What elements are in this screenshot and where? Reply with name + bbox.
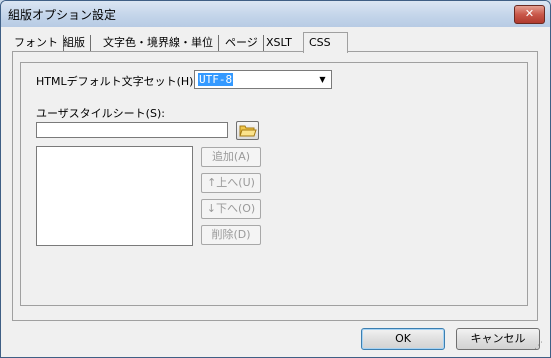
move-up-button[interactable]: ↑上へ(U) — [201, 173, 261, 193]
add-button[interactable]: 追加(A) — [201, 147, 261, 167]
dialog-body: フォント 組版 文字色・境界線・単位 ページ XSLT CSS HTMLデフォル… — [4, 28, 546, 353]
tab-css[interactable]: CSS — [303, 32, 348, 53]
close-button[interactable]: ✕ — [514, 5, 545, 24]
tab-xslt[interactable]: XSLT — [261, 35, 297, 51]
charset-selected-value: UTF-8 — [198, 73, 234, 86]
chevron-down-icon[interactable]: ▼ — [315, 72, 330, 87]
title-bar[interactable]: 組版オプション設定 ✕ — [1, 1, 550, 27]
tab-page[interactable]: ページ — [220, 35, 264, 51]
folder-icon — [239, 125, 257, 137]
cancel-button[interactable]: キャンセル — [456, 328, 540, 350]
stylesheet-label: ユーザスタイルシート(S): — [36, 107, 165, 120]
charset-label: HTMLデフォルト文字セット(H): — [36, 75, 198, 88]
ok-button[interactable]: OK — [361, 328, 445, 350]
stylesheet-path-input[interactable] — [36, 122, 228, 138]
delete-button[interactable]: 削除(D) — [201, 225, 261, 245]
resize-grip-icon[interactable]: ⋰ — [534, 341, 544, 351]
window-title: 組版オプション設定 — [8, 8, 117, 22]
browse-folder-button[interactable] — [236, 121, 259, 140]
charset-select[interactable]: UTF-8 ▼ — [194, 70, 332, 89]
tab-kumihan[interactable]: 組版 — [58, 35, 91, 51]
dialog-window: 組版オプション設定 ✕ フォント 組版 文字色・境界線・単位 ページ XSLT … — [0, 0, 551, 358]
stylesheet-list[interactable] — [36, 146, 193, 246]
move-down-button[interactable]: ↓下へ(O) — [201, 199, 261, 219]
tab-color-border-unit[interactable]: 文字色・境界線・単位 — [98, 35, 219, 51]
tab-font[interactable]: フォント — [9, 35, 64, 51]
